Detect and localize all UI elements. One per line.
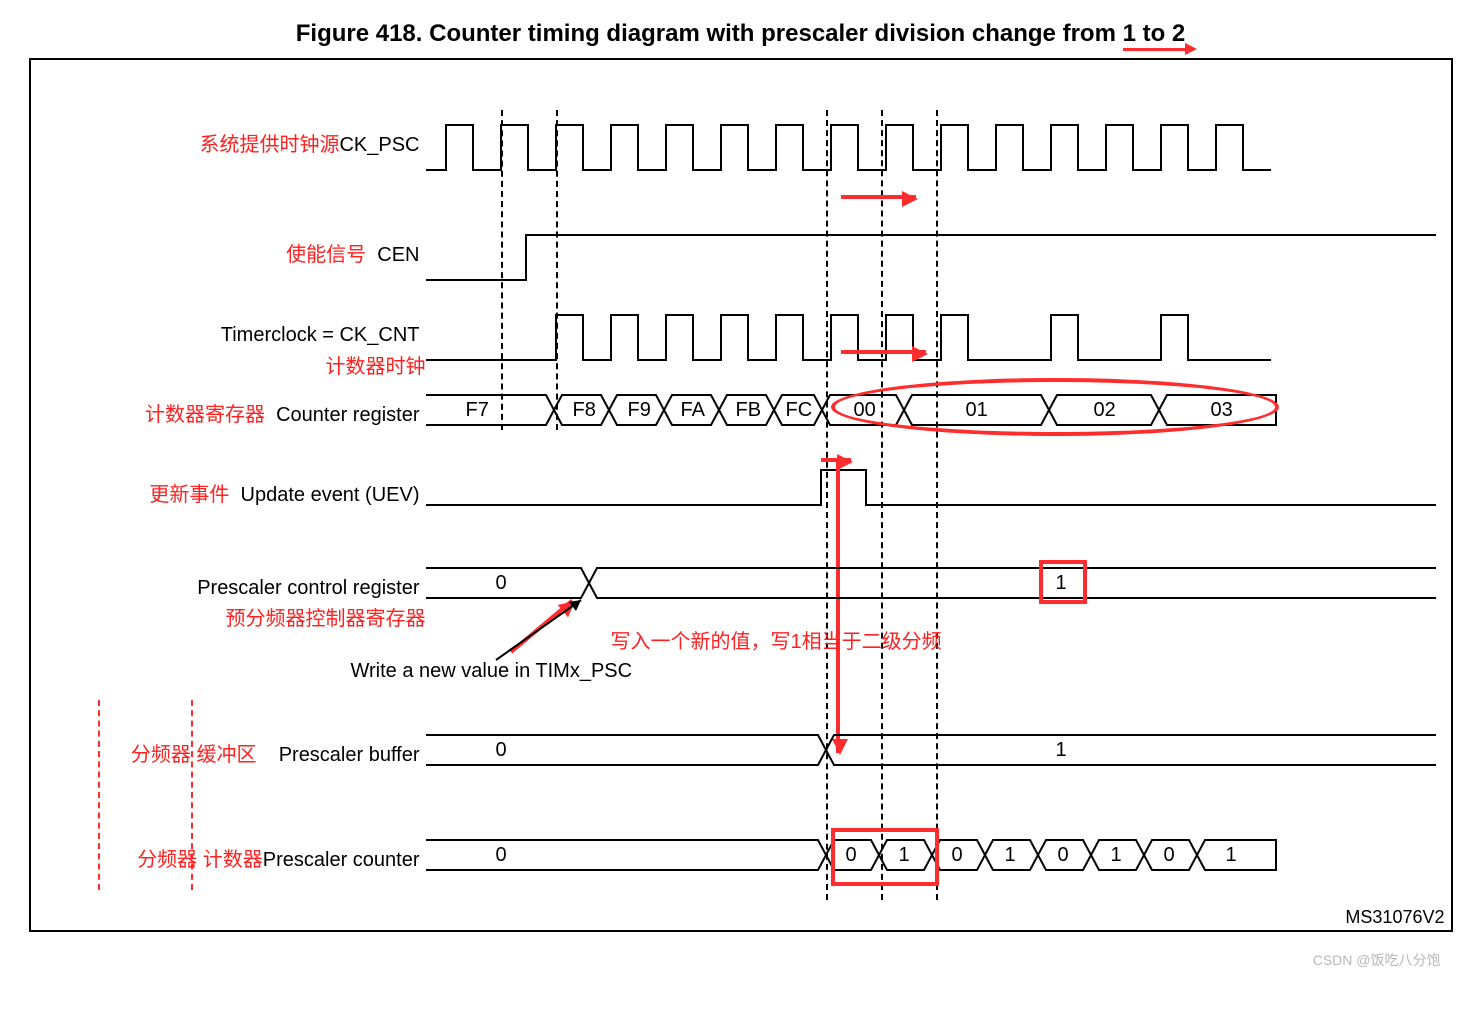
label-psc-ctrl: Prescaler control register xyxy=(31,577,420,600)
title-highlight: 1 to 2 xyxy=(1123,20,1186,51)
counter-val: FC xyxy=(786,399,813,422)
wave-cen xyxy=(426,225,1451,285)
write-arrow-black xyxy=(491,595,591,665)
label-red-cen: 使能信号 xyxy=(286,244,366,266)
label-psc-cnt: Prescaler counter xyxy=(263,849,420,871)
label-ck-psc: CK_PSC xyxy=(339,134,419,156)
psc-cnt-seq: 0 xyxy=(1058,844,1069,867)
row-psc-buf: 分频器 缓冲区 Prescaler buffer 0 1 xyxy=(31,725,1451,785)
counter-val: F9 xyxy=(628,399,651,422)
psc-cnt-val-left: 0 xyxy=(496,844,507,867)
label-psc-buf: Prescaler buffer xyxy=(279,744,420,766)
label-red1-psc-cnt: 分频器 xyxy=(137,849,197,871)
row-uev: 更新事件 Update event (UEV) xyxy=(31,465,1451,525)
wave-psc-buf: 0 1 xyxy=(426,725,1451,785)
figure-title: Figure 418. Counter timing diagram with … xyxy=(20,20,1461,48)
red-text-middle: 写入一个新的值，写1相当于二级分频 xyxy=(611,625,942,654)
counter-val: FB xyxy=(736,399,762,422)
psc-cnt-seq: 0 xyxy=(1164,844,1175,867)
highlight-box-1 xyxy=(1039,560,1087,604)
row-psc-cnt: 分频器 计数器Prescaler counter 0 0 1 0 1 0 1 0 xyxy=(31,830,1451,890)
counter-val: F7 xyxy=(466,399,489,422)
label-uev: Update event (UEV) xyxy=(241,484,420,506)
arrow-period-ck-psc xyxy=(841,195,916,199)
wave-ck-cnt xyxy=(426,305,1451,365)
wave-ck-psc xyxy=(426,115,1451,175)
psc-buf-val-right: 1 xyxy=(1056,739,1067,762)
highlight-ellipse xyxy=(831,378,1279,436)
title-prefix: Figure 418. Counter timing diagram with … xyxy=(296,20,1123,47)
label-red-psc-ctrl: 预分频器控制器寄存器 xyxy=(161,602,426,631)
label-cen: CEN xyxy=(377,244,419,266)
label-counter: Counter register xyxy=(276,404,419,426)
label-red2-psc-cnt: 计数器 xyxy=(203,849,263,871)
counter-val: F8 xyxy=(573,399,596,422)
label-red-ck-cnt: 计数器时钟 xyxy=(206,350,426,379)
label-red-uev: 更新事件 xyxy=(149,484,229,506)
highlight-box-psc-cnt xyxy=(831,828,939,886)
label-red-counter: 计数器寄存器 xyxy=(145,404,265,426)
footnote: MS31076V2 xyxy=(1345,907,1444,928)
psc-cnt-seq: 1 xyxy=(1111,844,1122,867)
label-red-ck-psc: 系统提供时钟源 xyxy=(199,134,339,156)
row-cen: 使能信号 CEN xyxy=(31,225,1451,285)
arrow-period-ck-cnt xyxy=(841,350,926,354)
label-red2-psc-buf: 缓冲区 xyxy=(196,744,256,766)
psc-cnt-seq: 0 xyxy=(952,844,963,867)
psc-buf-val-left: 0 xyxy=(496,739,507,762)
watermark: CSDN @饭吃八分饱 xyxy=(21,950,1441,970)
row-ck-psc: 系统提供时钟源CK_PSC xyxy=(31,115,1451,175)
psc-cnt-seq: 1 xyxy=(1226,844,1237,867)
wave-uev xyxy=(426,465,1451,525)
psc-ctrl-val-left: 0 xyxy=(496,572,507,595)
label-ck-cnt: Timerclock = CK_CNT xyxy=(31,324,420,347)
psc-cnt-seq: 1 xyxy=(1005,844,1016,867)
diagram-frame: 系统提供时钟源CK_PSC 使能信号 CEN Timerclock = CK_C… xyxy=(29,58,1453,932)
label-red1-psc-buf: 分频器 xyxy=(131,744,191,766)
counter-val: FA xyxy=(681,399,705,422)
